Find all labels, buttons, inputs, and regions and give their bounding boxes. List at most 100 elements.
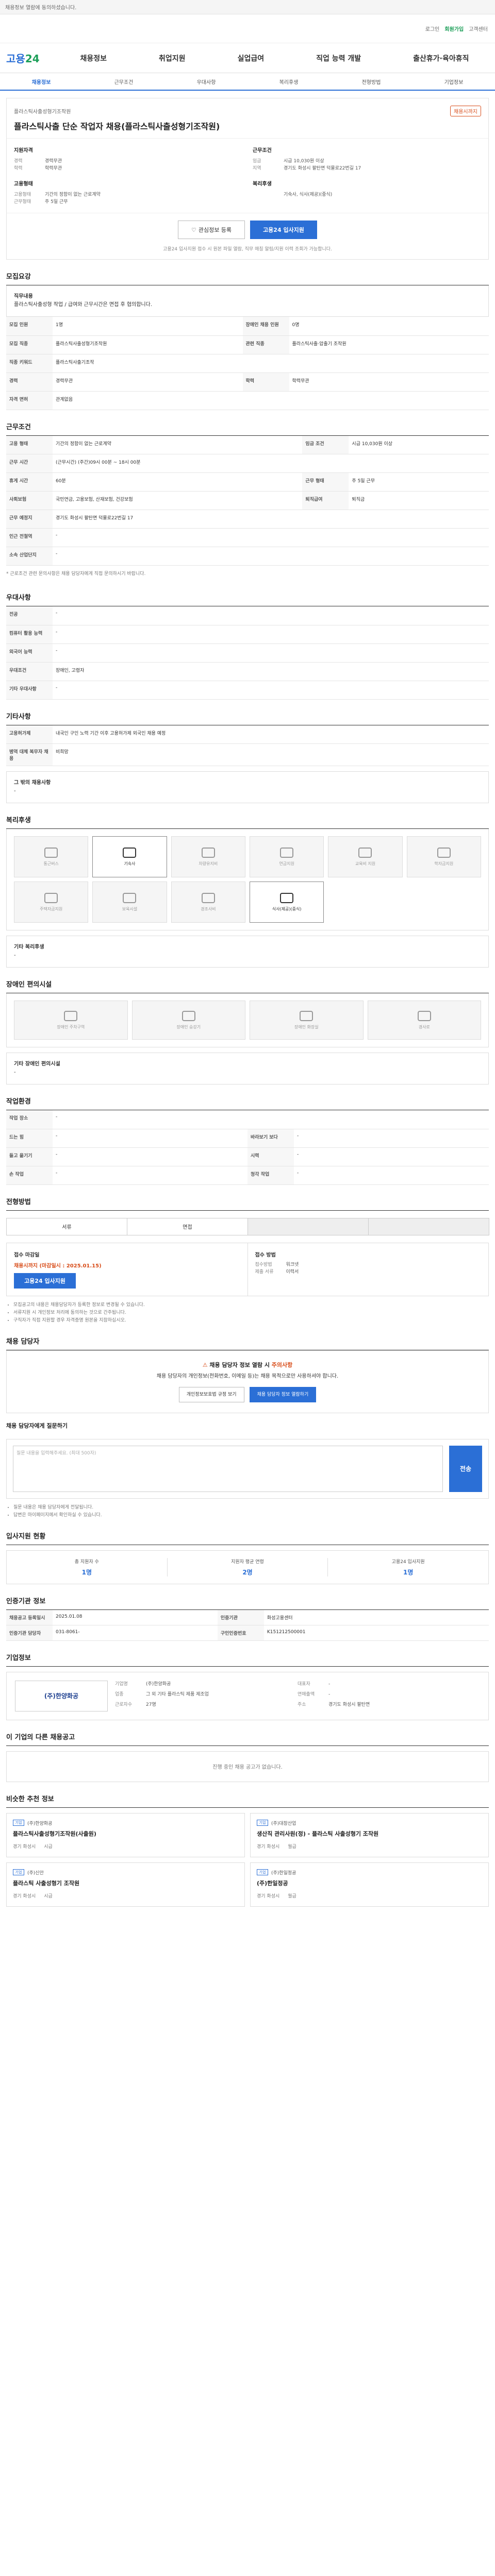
table-row: 드는 힘 - 바라보기 보다 - [6,1129,489,1148]
table-key: 경력 [6,372,53,392]
table-value: - [53,528,489,547]
company-row: 근로자수 27명 [115,1701,298,1711]
tab-company[interactable]: 기업정보 [412,78,495,86]
welfare-item: 보육시설 [92,882,167,923]
gnb-item[interactable]: 직업 능력 개발 [316,53,361,63]
recommend-card[interactable]: 기업 (주)신안 플라스틱 사출성형기 조작원 경기 화성시 시급 [6,1862,245,1907]
car-icon [201,847,215,858]
gnb-item[interactable]: 취업지원 [159,53,186,63]
signup-link[interactable]: 회원가입 [444,25,464,32]
table-key: 퇴직급여 [302,491,349,510]
recommend-meta: 경기 화성시 시급 [13,1843,238,1850]
logo-text-a: 고용 [6,53,25,65]
table-value: 1명 [53,317,243,336]
table-key: 근무 형태 [302,472,349,492]
privacy-law-button[interactable]: 개인정보보호법 규정 보기 [178,1386,244,1402]
company-value: - [328,1681,331,1687]
etc-other-box: 그 밖의 채용사항 - [6,771,489,803]
table-row: 모집 직종 플라스틱사출성형기조작원 관련 직종 플라스틱사출·압출기 조작원 [6,335,489,354]
recommend-title: 생산직 관리사원(정) - 플라스틱 사출성형기 조작원 [257,1830,379,1837]
welfare-item: 경조사비 [171,882,245,923]
qna-textarea[interactable]: 질문 내용을 입력해주세요. (최대 500자) [13,1445,443,1492]
tab-preference[interactable]: 우대사항 [165,78,248,86]
site-logo[interactable]: 고용24 [0,50,54,65]
recommend-card[interactable]: 기업 (주)대창산업 생산직 관리사원(정) - 플라스틱 사출성형기 조작원 경… [250,1812,489,1857]
login-link[interactable]: 로그인 [425,25,440,32]
table-value: - [53,1129,248,1148]
elevator-icon [182,1010,195,1021]
summary-value: 기간의 정함이 없는 근로계약 [45,192,101,197]
welfare-label: 주택자금지원 [40,906,63,911]
view-contact-button[interactable]: 채용 담당자 정보 열람하기 [249,1386,317,1402]
table-key: 인증기관 [217,1609,264,1625]
company-value: 27명 [146,1702,156,1707]
table-key: 우대조건 [6,662,53,681]
apply-button[interactable]: 고용24 입사지원 [250,221,317,239]
section-tabs: 채용정보 근무조건 우대사항 복리후생 전형방법 기업정보 [0,73,495,91]
employment-heading: 고용형태 [14,181,33,187]
section-heading: 작업환경 [6,1096,489,1110]
table-value: - [53,681,489,700]
qna-send-button[interactable]: 전송 [449,1445,482,1492]
recommend-pay: 월급 [288,1893,296,1899]
table-value: 퇴직금 [349,491,489,510]
method-row: 접수방법 워크넷 [255,1261,482,1268]
company-name[interactable]: 플라스틱사출성형기조작원 [14,107,71,115]
company-key: 연매출액 [298,1691,315,1697]
process-step: 서류 [6,1217,127,1235]
tab-conditions[interactable]: 근무조건 [82,78,165,86]
summary-value: 주 5일 근무 [45,199,68,205]
logo-text-b: 24 [25,53,40,65]
recommend-card[interactable]: 기업 (주)한일정공 (주)한일정공 경기 화성시 월급 [250,1862,489,1907]
job-summary-grid: 지원자격 경력 경력무관 학력 학력무관 고용형태 고용형태 기간의 정함이 없는 근… [7,138,488,213]
process-note: 서류지원 시 개인정보 처리에 동의하는 것으로 간주됩니다. [13,1309,489,1317]
scrap-label: 관심정보 등록 [198,227,232,233]
section-heading: 기타사항 [6,711,489,725]
table-key: 외국어 능력 [6,643,53,663]
education-icon [358,847,372,858]
table-row: 고용 형태 기간의 정함이 없는 근로계약 임금 조건 시급 10,030원 이상 [6,435,489,454]
summary-row: 경력 경력무관 [14,158,242,165]
stat-value: 1명 [81,1568,92,1576]
summary-row: 학력 학력무관 [14,165,242,172]
tab-recruit[interactable]: 채용정보 [0,78,82,86]
table-value: 기간의 정함이 없는 근로계약 [53,435,303,454]
company-value: - [328,1691,331,1697]
tab-welfare[interactable]: 복리후생 [248,78,330,86]
gnb-item[interactable]: 채용정보 [80,53,107,63]
section-info: 인증기관 정보 채용공고 등록일시 2025.01.08 인증기관 화성고용센터 인증… [6,1596,489,1641]
help-link[interactable]: 고객센터 [469,25,488,32]
welfare-label: 보육시설 [122,906,138,911]
disability-item: 장애인 주차구역 [14,1001,128,1040]
tab-process[interactable]: 전형방법 [330,78,412,86]
company-row: 기업명 (주)한양화공 [115,1681,298,1691]
welfare-label: 연금지원 [279,861,294,866]
recommend-company-name: (주)한양화공 [27,1821,53,1826]
recommend-company: 기업 (주)한일정공 [257,1869,482,1876]
company-value: (주)한양화공 [146,1681,171,1687]
gnb-item[interactable]: 실업급여 [238,53,265,63]
same-empty: 진행 중인 채용 공고가 없습니다. [6,1751,489,1782]
table-value: - [53,1166,248,1185]
scrap-button[interactable]: ♡ 관심정보 등록 [178,221,245,239]
content: 플라스틱사출성형기조작원 채용시까지 플라스틱사출 단순 작업자 채용(플라스틱… [0,98,495,1927]
qna-note: 질문 내용은 채용 담당자에게 전달됩니다. [13,1504,489,1512]
qna-box: 질문 내용을 입력해주세요. (최대 500자) 전송 [6,1438,489,1499]
restroom-icon [300,1010,314,1021]
summary-key: 경력 [14,159,23,164]
recommend-card[interactable]: 기업 (주)한양화공 플라스틱사출성형기조작원(사출원) 경기 화성시 시급 [6,1812,245,1857]
table-value: K151212500001 [263,1625,489,1641]
etc-other-value: - [14,788,16,794]
table-key: 전공 [6,606,53,625]
contact-warning: ⚠ 채용 담당자 정보 열람 시 주의사항 채용 담당자의 개인정보(전화번호,… [6,1350,489,1413]
section-welfare: 복리후생 통근버스 기숙사 차량유지비 연금지원 교육비 지원 학자금지원 주택… [6,815,489,968]
gnb-item[interactable]: 출산휴가·육아휴직 [413,53,469,63]
table-key: 드는 힘 [6,1129,53,1148]
welfare-item: 연금지원 [249,836,324,877]
table-value: 화성고용센터 [263,1609,489,1625]
process-apply-button[interactable]: 고용24 입사지원 [14,1273,76,1289]
header-top: 로그인 회원가입 고객센터 [0,14,495,43]
table-value: (근무시간) (주간)09시 00분 ~ 18시 00분 [53,454,489,473]
summary-key: 학력 [14,166,23,171]
welfare-label: 기숙사 [124,861,136,866]
